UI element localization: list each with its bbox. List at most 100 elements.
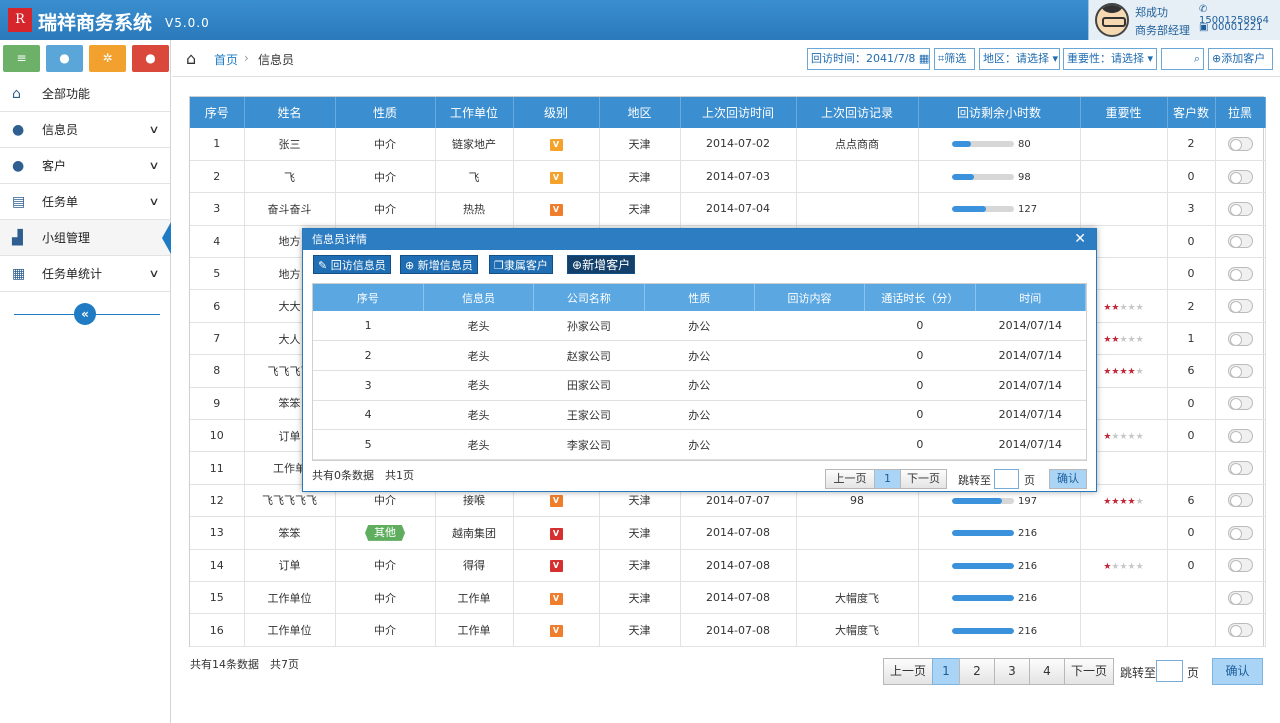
column-header[interactable]: 地区 — [599, 97, 681, 128]
dialog-column-header[interactable]: 信息员 — [423, 284, 535, 311]
avatar[interactable] — [1095, 3, 1129, 37]
dialog-table-row[interactable]: 4 老头 王家公司 办公 0 2014/07/14 — [313, 400, 1086, 431]
blacklist-toggle[interactable] — [1227, 136, 1253, 151]
user-panel[interactable]: 郑成功 商务部经理 ✆ 15001258964 ▣ 00001221 — [1088, 0, 1280, 40]
column-header[interactable]: 级别 — [513, 97, 600, 128]
blacklist-toggle[interactable] — [1227, 396, 1253, 411]
table-row[interactable]: 3 奋斗奋斗 中介 热热 V 天津 2014-07-04 127 3 — [190, 192, 1266, 226]
dialog-cell: 办公 — [644, 311, 755, 342]
page-4-button[interactable]: 4 — [1029, 658, 1065, 685]
note-icon[interactable]: ≡ — [3, 45, 40, 72]
column-header[interactable]: 拉黑 — [1215, 97, 1266, 128]
add-customer-button[interactable]: ⊕添加客户 — [1208, 48, 1273, 70]
jump-confirm-button[interactable]: 确认 — [1212, 658, 1263, 685]
edit-icon: ✎ — [318, 259, 328, 272]
visit-time-filter[interactable]: 回访时间：2041/7/8 ▦ — [807, 48, 930, 70]
page-3-button[interactable]: 3 — [994, 658, 1030, 685]
sidebar-item-4[interactable]: ▟ 小组管理 — [0, 220, 171, 256]
collapse-icon[interactable]: « — [74, 303, 96, 325]
search-input[interactable]: ⌕ — [1161, 48, 1204, 70]
column-header[interactable]: 性质 — [335, 97, 436, 128]
dialog-cell: 5 — [313, 429, 424, 460]
dialog-cell: 孙家公司 — [533, 311, 645, 342]
chevron-down-icon[interactable]: ∨ — [148, 256, 159, 292]
user-icon[interactable]: ● — [46, 45, 83, 72]
blacklist-toggle[interactable] — [1227, 169, 1253, 184]
column-header[interactable]: 工作单位 — [435, 97, 514, 128]
next-page-button[interactable]: 下一页 — [1064, 658, 1114, 685]
column-header[interactable]: 重要性 — [1080, 97, 1168, 128]
dialog-column-header[interactable]: 通话时长（分） — [864, 284, 976, 311]
breadcrumb-home[interactable]: 首页 — [214, 51, 238, 68]
dialog-cell: 赵家公司 — [533, 340, 645, 371]
dialog-column-header[interactable]: 序号 — [313, 284, 424, 311]
blacklist-toggle[interactable] — [1227, 363, 1253, 378]
importance-select[interactable]: 重要性：请选择 ▾ — [1063, 48, 1157, 70]
row-name: 笨笨 — [278, 526, 301, 540]
column-header[interactable]: 姓名 — [244, 97, 336, 128]
search-icon[interactable]: ⌕ — [1194, 52, 1200, 65]
blacklist-toggle[interactable] — [1227, 558, 1253, 573]
table-row[interactable]: 13 笨笨 其他 越南集团 V 天津 2014-07-08 216 0 — [190, 516, 1266, 550]
blacklist-toggle[interactable] — [1227, 623, 1253, 638]
column-header[interactable]: 上次回访记录 — [796, 97, 919, 128]
prev-page-button[interactable]: 上一页 — [883, 658, 933, 685]
dialog-column-header[interactable]: 时间 — [975, 284, 1087, 311]
user-settings-icon[interactable]: ● — [132, 45, 169, 72]
column-header[interactable]: 上次回访时间 — [680, 97, 797, 128]
blacklist-toggle[interactable] — [1227, 493, 1253, 508]
dialog-column-header[interactable]: 回访内容 — [754, 284, 866, 311]
sidebar-item-3[interactable]: ▤ 任务单 ∨ — [0, 184, 170, 220]
chevron-down-icon[interactable]: ∨ — [148, 184, 159, 220]
home-icon[interactable]: ⌂ — [186, 49, 196, 68]
dialog-jump-input[interactable] — [994, 469, 1019, 489]
column-header[interactable]: 客户数 — [1167, 97, 1216, 128]
settings-icon[interactable]: ✲ — [89, 45, 126, 72]
revisit-button[interactable]: ✎ 回访信息员 — [313, 255, 391, 274]
column-header[interactable]: 回访剩余小时数 — [918, 97, 1081, 128]
dialog-next-page-button[interactable]: 下一页 — [900, 469, 947, 489]
dialog-table-row[interactable]: 5 老头 李家公司 办公 0 2014/07/14 — [313, 429, 1086, 460]
table-row[interactable]: 2 飞 中介 飞 V 天津 2014-07-03 98 0 — [190, 160, 1266, 194]
chevron-down-icon[interactable]: ∨ — [148, 148, 159, 184]
add-customer-button-dialog[interactable]: ⊕新增客户 — [567, 255, 636, 274]
add-informer-button[interactable]: ⊕ 新增信息员 — [400, 255, 478, 274]
table-row[interactable]: 14 订单 中介 得得 V 天津 2014-07-08 216 ★★★★★ 0 — [190, 549, 1266, 582]
table-row[interactable]: 16 工作单位 中介 工作单 V 天津 2014-07-08 大帽度飞 216 — [190, 613, 1266, 647]
blacklist-toggle[interactable] — [1227, 590, 1253, 605]
blacklist-toggle[interactable] — [1227, 461, 1253, 476]
owned-customers-button[interactable]: ❐隶属客户 — [489, 255, 553, 274]
blacklist-toggle[interactable] — [1227, 299, 1253, 314]
chevron-down-icon[interactable]: ∨ — [148, 112, 159, 148]
dialog-prev-page-button[interactable]: 上一页 — [825, 469, 875, 489]
dialog-column-header[interactable]: 公司名称 — [533, 284, 645, 311]
dialog-page-1-button[interactable]: 1 — [874, 469, 901, 489]
column-header[interactable]: 序号 — [190, 97, 245, 128]
jump-page-input[interactable] — [1156, 660, 1183, 682]
region-select[interactable]: 地区：请选择 ▾ — [979, 48, 1060, 70]
page-2-button[interactable]: 2 — [959, 658, 995, 685]
table-row[interactable]: 1 张三 中介 链家地产 V 天津 2014-07-02 点点商商 80 2 — [190, 128, 1266, 161]
page-1-button[interactable]: 1 — [932, 658, 960, 685]
sidebar-item-5[interactable]: ▦ 任务单统计 ∨ — [0, 256, 170, 292]
dialog-table-row[interactable]: 2 老头 赵家公司 办公 0 2014/07/14 — [313, 340, 1086, 371]
table-row[interactable]: 15 工作单位 中介 工作单 V 天津 2014-07-08 大帽度飞 216 — [190, 581, 1266, 615]
calendar-icon[interactable]: ▦ — [919, 52, 929, 65]
blacklist-toggle[interactable] — [1227, 428, 1253, 443]
dialog-table-row[interactable]: 1 老头 孙家公司 办公 0 2014/07/14 — [313, 311, 1086, 342]
blacklist-toggle[interactable] — [1227, 201, 1253, 216]
sidebar-item-2[interactable]: ● 客户 ∨ — [0, 148, 170, 184]
blacklist-toggle[interactable] — [1227, 525, 1253, 540]
dialog-confirm-button[interactable]: 确认 — [1049, 469, 1087, 489]
sidebar-item-label: 任务单 — [42, 195, 79, 209]
dialog-table-row[interactable]: 3 老头 田家公司 办公 0 2014/07/14 — [313, 370, 1086, 401]
filter-button[interactable]: ⌗筛选 — [934, 48, 975, 70]
sidebar-item-0[interactable]: ⌂ 全部功能 — [0, 76, 170, 112]
close-icon[interactable]: ✕ — [1074, 229, 1086, 250]
sidebar-item-1[interactable]: ● 信息员 ∨ — [0, 112, 170, 148]
blacklist-toggle[interactable] — [1227, 234, 1253, 249]
dialog-column-header[interactable]: 性质 — [644, 284, 755, 311]
remaining-hours: 216 — [1018, 528, 1038, 540]
blacklist-toggle[interactable] — [1227, 266, 1253, 281]
blacklist-toggle[interactable] — [1227, 331, 1253, 346]
